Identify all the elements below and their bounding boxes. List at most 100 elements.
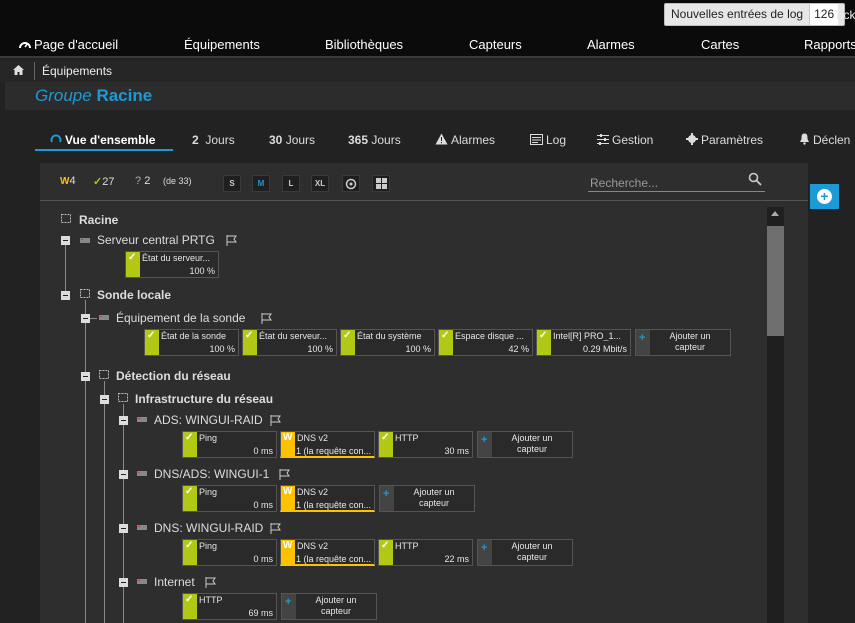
add-sensor-button[interactable]: + Ajouter un capteur [635, 329, 731, 356]
flag-icon[interactable] [279, 469, 290, 480]
flag-icon[interactable] [270, 523, 281, 534]
warning-status-indicator: W [281, 432, 295, 457]
ok-status-indicator: ✓ [439, 330, 453, 355]
sensor-tile[interactable]: ✓ État du serveur... 100 % [242, 329, 337, 356]
plus-icon: + [481, 542, 488, 554]
ok-status-indicator: ✓ [379, 432, 393, 457]
flag-icon[interactable] [205, 577, 216, 588]
sensor-value: 1 (la requête con... [295, 446, 371, 456]
sensor-tile[interactable]: ✓ Ping 0 ms [182, 431, 277, 458]
sensor-value: 0 ms [253, 500, 273, 510]
collapse-toggle[interactable] [119, 524, 128, 533]
group-icon [99, 370, 109, 379]
sensor-value: 0.29 Mbit/s [582, 344, 627, 354]
sensor-tile[interactable]: W DNS v2 1 (la requête con... [280, 431, 375, 458]
sensor-tile[interactable]: ✓ État du système 100 % [340, 329, 435, 356]
ok-status-indicator: ✓ [145, 330, 159, 355]
tree-node-network-discovery[interactable]: Détection du réseau [116, 369, 231, 383]
sensor-value: 22 ms [444, 554, 469, 564]
add-sensor-label-line-1: Ajouter un [413, 487, 455, 497]
plus-icon: + [285, 596, 292, 608]
add-sensor-button[interactable]: + Ajouter un capteur [477, 539, 573, 566]
sensor-name: Ping [199, 487, 218, 497]
collapse-toggle[interactable] [119, 578, 128, 587]
tree-line [123, 404, 124, 623]
flag-icon[interactable] [261, 313, 272, 324]
sensor-tile[interactable]: ✓ HTTP 30 ms [378, 431, 473, 458]
sensor-tile[interactable]: ✓ État de la sonde 100 % [144, 329, 239, 356]
collapse-toggle[interactable] [81, 372, 90, 381]
server-icon [137, 417, 147, 422]
add-sensor-label-line-1: Ajouter un [669, 331, 711, 341]
check-icon: ✓ [441, 330, 450, 341]
tree-node-probe-device[interactable]: Équipement de la sonde [116, 311, 245, 325]
plus-icon: + [639, 332, 646, 344]
add-sensor-label-line-2: capteur [516, 444, 548, 454]
sensor-value: 42 % [508, 344, 529, 354]
server-icon [80, 238, 90, 243]
tree-node-dns[interactable]: DNS: WINGUI-RAID [154, 521, 263, 535]
sensor-tile[interactable]: ✓ Intel[R] PRO_1... 0.29 Mbit/s [536, 329, 631, 356]
check-icon: ✓ [343, 330, 352, 341]
collapse-toggle[interactable] [119, 416, 128, 425]
server-icon [137, 579, 147, 584]
tree-node-ads[interactable]: ADS: WINGUI-RAID [154, 413, 263, 427]
sensor-name: État du système [357, 331, 422, 341]
plus-icon: + [383, 488, 390, 500]
tree-node-dns-ads[interactable]: DNS/ADS: WINGUI-1 [154, 467, 269, 481]
tree-node-root[interactable]: Racine [79, 213, 118, 227]
sensor-value: 1 (la requête con... [295, 500, 371, 510]
add-sensor-stripe: + [636, 330, 650, 355]
add-sensor-label-line-2: capteur [516, 552, 548, 562]
tree-line [85, 300, 86, 623]
sensor-tile[interactable]: ✓ Ping 0 ms [182, 539, 277, 566]
collapse-toggle[interactable] [119, 470, 128, 479]
collapse-toggle[interactable] [81, 314, 90, 323]
add-sensor-label: Ajouter un capteur [395, 487, 473, 509]
collapse-toggle[interactable] [61, 236, 70, 245]
sensor-tile[interactable]: W DNS v2 1 (la requête con... [280, 539, 375, 566]
sensor-name: DNS v2 [297, 541, 329, 551]
tree-line [65, 240, 66, 296]
tree-node-local-probe[interactable]: Sonde locale [97, 288, 171, 302]
add-sensor-stripe: + [380, 486, 394, 511]
sensor-name: Espace disque ... [455, 331, 525, 341]
group-icon [61, 214, 71, 223]
plus-icon: + [481, 434, 488, 446]
ok-status-indicator: ✓ [537, 330, 551, 355]
sensor-tile[interactable]: ✓ État du serveur... 100 % [125, 251, 219, 278]
sensor-value: 69 ms [248, 608, 273, 618]
collapse-toggle[interactable] [61, 291, 70, 300]
sensor-name: HTTP [395, 541, 419, 551]
check-icon: ✓ [245, 330, 254, 341]
add-sensor-label-line-1: Ajouter un [511, 433, 553, 443]
probe-icon [80, 289, 90, 298]
sensor-name: État du serveur... [259, 331, 328, 341]
sensor-value: 100 % [307, 344, 333, 354]
add-sensor-label: Ajouter un capteur [297, 595, 375, 617]
sensor-value: 100 % [405, 344, 431, 354]
flag-icon[interactable] [270, 415, 281, 426]
add-sensor-button[interactable]: + Ajouter un capteur [379, 485, 475, 512]
sensor-name: DNS v2 [297, 433, 329, 443]
add-sensor-label: Ajouter un capteur [493, 541, 571, 563]
tree-node-internet[interactable]: Internet [154, 575, 195, 589]
tree-node-infrastructure[interactable]: Infrastructure du réseau [135, 392, 273, 406]
add-sensor-button[interactable]: + Ajouter un capteur [477, 431, 573, 458]
sensor-tile[interactable]: ✓ HTTP 22 ms [378, 539, 473, 566]
add-sensor-label-line-1: Ajouter un [315, 595, 357, 605]
sensor-tile[interactable]: W DNS v2 1 (la requête con... [280, 485, 375, 512]
flag-icon[interactable] [226, 235, 237, 246]
tree-node-server[interactable]: Serveur central PRTG [97, 233, 215, 247]
sensor-tile[interactable]: ✓ HTTP 69 ms [182, 593, 277, 620]
check-icon: ✓ [539, 330, 548, 341]
sensor-tile[interactable]: ✓ Ping 0 ms [182, 485, 277, 512]
add-sensor-label-line-2: capteur [418, 498, 450, 508]
sensor-tile[interactable]: ✓ Espace disque ... 42 % [438, 329, 533, 356]
collapse-toggle[interactable] [100, 395, 109, 404]
check-icon: ✓ [381, 540, 390, 551]
add-sensor-button[interactable]: + Ajouter un capteur [281, 593, 377, 620]
add-sensor-stripe: + [478, 432, 492, 457]
sensor-value: 1 (la requête con... [295, 554, 371, 564]
sensor-name: État de la sonde [161, 331, 227, 341]
